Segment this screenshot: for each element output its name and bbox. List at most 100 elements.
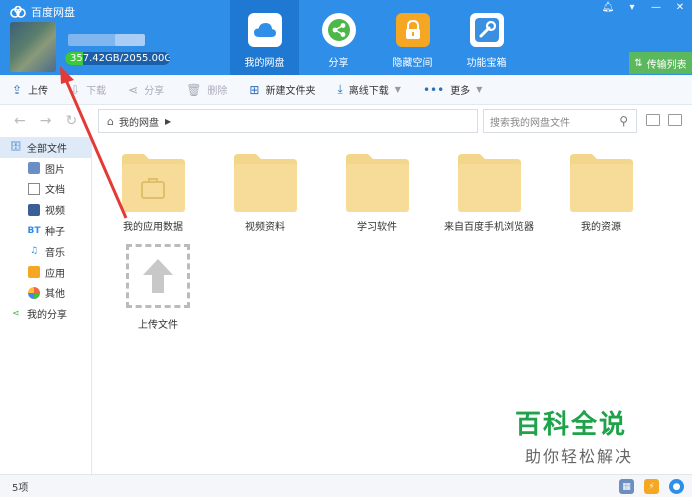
sidebar-item-torrents[interactable]: BT 种子 bbox=[0, 220, 91, 241]
address-row: ← → ↻ ⌂ 我的网盘 ▶ 搜索我的网盘文件 ⚲ bbox=[0, 106, 692, 136]
chevron-down-icon: ▼ bbox=[476, 85, 483, 94]
drive-icon: 🗄︎ bbox=[10, 142, 22, 153]
upload-button[interactable]: ⇪ 上传 bbox=[12, 82, 48, 98]
sidebar-item-documents[interactable]: 文档 bbox=[0, 179, 91, 200]
sidebar-item-music[interactable]: ♫ 音乐 bbox=[0, 241, 91, 262]
main-nav-tabs: 我的网盘 分享 隐藏空间 功能宝箱 bbox=[230, 0, 526, 75]
sidebar-item-label: 视频 bbox=[45, 206, 65, 218]
document-icon bbox=[28, 182, 40, 195]
notification-bell-icon[interactable]: 🔔︎ bbox=[596, 0, 620, 14]
offline-download-label: 离线下载 bbox=[348, 86, 389, 97]
view-toggle bbox=[646, 114, 690, 126]
image-icon bbox=[28, 162, 40, 175]
folder-item[interactable]: 视频资料 bbox=[225, 154, 305, 233]
sidebar-item-label: 全部文件 bbox=[27, 143, 67, 155]
brand: 百度网盘 bbox=[10, 4, 75, 20]
breadcrumb[interactable]: ⌂ 我的网盘 ▶ bbox=[98, 109, 478, 133]
sidebar-item-label: 种子 bbox=[45, 227, 65, 239]
breadcrumb-root[interactable]: 我的网盘 bbox=[119, 114, 159, 129]
lock-icon bbox=[395, 13, 430, 47]
sidebar-item-other[interactable]: 其他 bbox=[0, 283, 91, 304]
delete-label: 删除 bbox=[207, 86, 228, 97]
baidu-cloud-logo-icon bbox=[10, 6, 26, 18]
share-button[interactable]: ⋖ 分享 bbox=[128, 82, 164, 98]
sidebar-item-label: 其他 bbox=[45, 289, 65, 301]
grid-view-icon[interactable] bbox=[668, 114, 682, 126]
search-icon[interactable]: ⚲ bbox=[619, 114, 628, 128]
tab-hidden-space[interactable]: 隐藏空间 bbox=[378, 0, 447, 75]
tab-toolbox-label: 功能宝箱 bbox=[466, 58, 507, 69]
upload-file-tile[interactable]: 上传文件 bbox=[126, 244, 190, 331]
search-input[interactable]: 搜索我的网盘文件 ⚲ bbox=[483, 109, 637, 133]
folder-item[interactable]: 我的应用数据 bbox=[113, 154, 193, 233]
home-icon[interactable]: ⌂ bbox=[107, 115, 114, 128]
share-small-icon: ⋖ bbox=[128, 82, 139, 97]
folder-item[interactable]: 学习软件 bbox=[337, 154, 417, 233]
sidebar-item-videos[interactable]: 视频 bbox=[0, 199, 91, 220]
cloud-icon bbox=[247, 13, 282, 47]
share-icon bbox=[321, 13, 356, 47]
bt-icon: BT bbox=[27, 225, 41, 236]
folder-item[interactable]: 来自百度手机浏览器 bbox=[444, 154, 534, 233]
folder-item[interactable]: 我的资源 bbox=[561, 154, 641, 233]
offline-download-button[interactable]: ⤓ 离线下载 ▼ bbox=[337, 82, 400, 97]
refresh-icon[interactable]: ↻ bbox=[65, 113, 77, 129]
music-icon: ♫ bbox=[29, 246, 39, 257]
upgrade-icon[interactable]: ⚡ bbox=[644, 479, 659, 494]
avatar[interactable] bbox=[10, 22, 56, 72]
sidebar-item-label: 应用 bbox=[45, 268, 65, 280]
window-controls: 🔔︎ ▾ — ✕ bbox=[596, 0, 692, 14]
upload-icon: ⇪ bbox=[12, 82, 23, 97]
upload-drop-zone[interactable] bbox=[126, 244, 190, 308]
folder-icon bbox=[345, 154, 409, 212]
tools-icon bbox=[469, 13, 504, 47]
other-icon bbox=[28, 286, 40, 299]
top-header: 百度网盘 357.42GB/2055.00GB 我的网盘 分享 隐藏空间 功能宝… bbox=[0, 0, 692, 75]
sidebar-item-all-files[interactable]: 🗄︎ 全部文件 bbox=[0, 137, 91, 158]
watermark: 百科全说 助你轻松解决 bbox=[515, 404, 645, 467]
history-nav: ← → ↻ bbox=[0, 113, 100, 129]
chevron-down-icon: ▼ bbox=[394, 85, 401, 94]
lock-status-icon[interactable]: ● bbox=[669, 479, 684, 494]
close-button[interactable]: ✕ bbox=[668, 0, 692, 14]
tab-share-label: 分享 bbox=[328, 58, 349, 69]
breadcrumb-arrow-icon[interactable]: ▶ bbox=[165, 117, 171, 126]
trash-icon: 🗑︎ bbox=[186, 82, 202, 97]
sidebar: 🗄︎ 全部文件 图片 文档 视频 BT 种子 ♫ 音乐 应用 其他 ⋖ 我的分享 bbox=[0, 137, 92, 474]
video-icon bbox=[28, 203, 40, 216]
folder-name: 来自百度手机浏览器 bbox=[444, 222, 534, 233]
more-button[interactable]: ••• 更多 ▼ bbox=[422, 82, 483, 98]
folder-icon bbox=[457, 154, 521, 212]
menu-dropdown-icon[interactable]: ▾ bbox=[620, 0, 644, 14]
grid-apps-icon[interactable]: ▦ bbox=[619, 479, 634, 494]
tab-my-drive-label: 我的网盘 bbox=[244, 58, 285, 69]
tab-share[interactable]: 分享 bbox=[304, 0, 373, 75]
status-icons: ▦ ⚡ ● bbox=[609, 479, 684, 494]
delete-button[interactable]: 🗑︎ 删除 bbox=[186, 82, 228, 98]
status-bar: 5项 ▦ ⚡ ● bbox=[0, 474, 692, 497]
download-label: 下载 bbox=[86, 86, 107, 97]
tab-my-drive[interactable]: 我的网盘 bbox=[230, 0, 299, 75]
minimize-button[interactable]: — bbox=[644, 0, 668, 14]
watermark-title: 百科全说 bbox=[515, 410, 628, 440]
sidebar-item-images[interactable]: 图片 bbox=[0, 158, 91, 179]
download-button[interactable]: ⇩ 下载 bbox=[70, 82, 107, 98]
more-label: 更多 bbox=[450, 86, 471, 97]
forward-arrow-icon[interactable]: → bbox=[40, 113, 52, 129]
folder-icon bbox=[233, 154, 297, 212]
new-folder-button[interactable]: ⊞ 新建文件夹 bbox=[249, 82, 315, 98]
offline-download-icon: ⤓ bbox=[337, 82, 343, 96]
list-view-icon[interactable] bbox=[646, 114, 660, 126]
folder-icon bbox=[569, 154, 633, 212]
watermark-subtitle: 助你轻松解决 bbox=[525, 447, 634, 466]
upload-arrow-icon bbox=[143, 259, 173, 293]
more-dots-icon: ••• bbox=[422, 82, 445, 97]
tab-toolbox[interactable]: 功能宝箱 bbox=[452, 0, 521, 75]
back-arrow-icon[interactable]: ← bbox=[14, 113, 26, 129]
transfer-list-label: 传输列表 bbox=[646, 59, 687, 71]
sidebar-item-my-share[interactable]: ⋖ 我的分享 bbox=[0, 303, 91, 324]
sidebar-item-apps[interactable]: 应用 bbox=[0, 262, 91, 283]
folder-name: 学习软件 bbox=[357, 222, 397, 233]
item-count: 5项 bbox=[12, 482, 29, 494]
transfer-list-button[interactable]: ⇅ 传输列表 bbox=[629, 52, 692, 74]
